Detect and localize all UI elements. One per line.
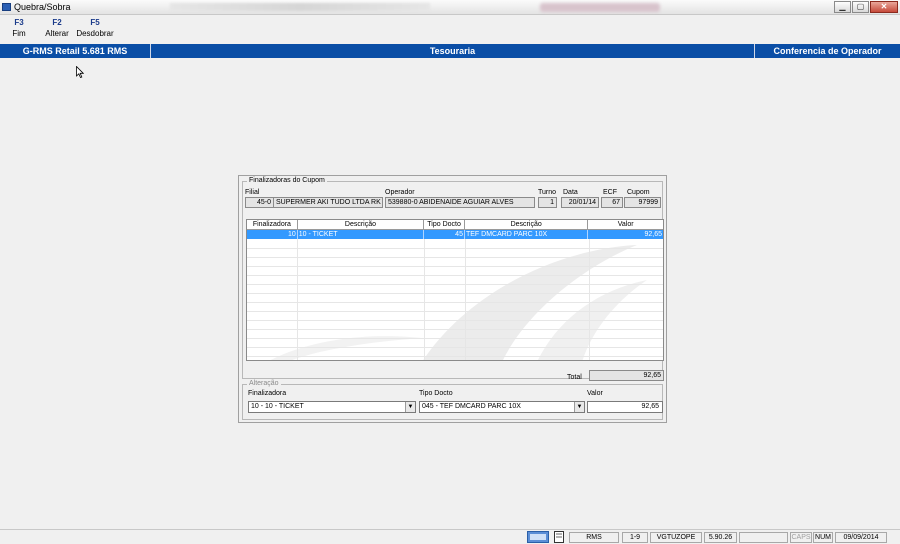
document-icon[interactable] — [553, 531, 565, 543]
cell-tipo-docto: 45 — [424, 230, 465, 239]
grid-hline — [247, 356, 663, 357]
close-button[interactable]: ✕ — [870, 1, 898, 13]
finalizadoras-dialog: Finalizadoras do Cupom Filial 45-0 SUPER… — [238, 175, 667, 423]
grid-hline — [247, 329, 663, 330]
dropdown-arrow-icon[interactable]: ▼ — [405, 402, 415, 412]
tipo-docto-label: Tipo Docto — [419, 390, 453, 397]
finalizadora-label: Finalizadora — [248, 390, 287, 397]
column-header-valor[interactable]: Valor — [588, 220, 663, 230]
grid-hline — [247, 257, 663, 258]
data-field: 20/01/14 — [561, 197, 599, 208]
window-title: Quebra/Sobra — [14, 2, 71, 12]
status-version: 5.90.26 — [704, 532, 737, 543]
mouse-cursor-icon — [76, 66, 84, 78]
column-header-descricao-docto[interactable]: Descrição — [465, 220, 589, 230]
tipo-docto-select[interactable]: 045 - TEF DMCARD PARC 10X ▼ — [419, 401, 585, 413]
grid-hline — [247, 302, 663, 303]
group-title: Alteração — [247, 380, 281, 387]
fkey-desdobrar-button[interactable]: F5 Desdobrar — [76, 17, 114, 43]
watermark-swoosh-icon — [270, 245, 647, 360]
total-field: 92,65 — [589, 370, 664, 381]
module-name: Tesouraria — [151, 44, 755, 58]
filial-name-field: SUPERMER AKI TUDO LTDA RK — [273, 197, 383, 208]
blurred-title-region — [170, 3, 430, 11]
tipo-docto-select-value: 045 - TEF DMCARD PARC 10X — [422, 403, 521, 410]
maximize-button[interactable]: ▢ — [852, 1, 869, 13]
grid-hline — [247, 311, 663, 312]
window-controls: ▁ ▢ ✕ — [833, 1, 898, 13]
valor-label: Valor — [587, 390, 603, 397]
turno-label: Turno — [538, 189, 557, 196]
fkey-alterar-button[interactable]: F2 Alterar — [38, 17, 76, 43]
status-bar: RMS 1-9 VGTUZOPE 5.90.26 CAPS NUM 09/09/… — [0, 529, 900, 544]
fkey-code: F2 — [52, 18, 62, 27]
finalizadora-select[interactable]: 10 - 10 - TICKET ▼ — [248, 401, 416, 413]
grid-vline — [589, 230, 590, 360]
status-user: VGTUZOPE — [650, 532, 702, 543]
grid-hline — [247, 275, 663, 276]
window-titlebar: Quebra/Sobra ▁ ▢ ✕ — [0, 0, 900, 15]
alteracao-group: Alteração Finalizadora 10 - 10 - TICKET … — [242, 380, 663, 420]
valor-input[interactable]: 92,65 — [587, 401, 663, 413]
ecf-label: ECF — [603, 189, 617, 196]
status-date: 09/09/2014 — [835, 532, 887, 543]
total-label: Total — [567, 374, 582, 381]
finalizadoras-grid[interactable]: Finalizadora Descrição Tipo Docto Descri… — [246, 219, 664, 361]
filial-label: Filial — [245, 189, 260, 196]
filial-code-field: 45-0 — [245, 197, 274, 208]
group-title: Finalizadoras do Cupom — [247, 177, 327, 184]
grid-hline — [247, 347, 663, 348]
grid-header: Finalizadora Descrição Tipo Docto Descri… — [247, 220, 663, 230]
operador-label: Operador — [385, 189, 415, 196]
ecf-field: 67 — [601, 197, 623, 208]
grid-hline — [247, 248, 663, 249]
turno-field: 1 — [538, 197, 557, 208]
minimize-button[interactable]: ▁ — [834, 1, 851, 13]
grid-hline — [247, 320, 663, 321]
cell-valor: 92,65 — [644, 231, 663, 238]
grid-vline — [297, 230, 298, 360]
cell-descricao-docto: TEF DMCARD PARC 10X — [465, 230, 589, 239]
grid-vline — [424, 230, 425, 360]
column-header-finalizadora[interactable]: Finalizadora — [247, 220, 298, 230]
status-range: 1-9 — [622, 532, 648, 543]
screen-name: Conferencia de Operador — [773, 46, 882, 56]
column-header-tipo-docto[interactable]: Tipo Docto — [424, 220, 465, 230]
cell-finalizadora: 10 — [247, 230, 298, 239]
fkey-label: Desdobrar — [76, 29, 114, 38]
module-header-bar: G-RMS Retail 5.681 RMS Tesouraria Confer… — [0, 44, 900, 58]
product-name: G-RMS Retail 5.681 RMS — [0, 44, 151, 58]
fkey-code: F5 — [90, 18, 100, 27]
column-header-descricao[interactable]: Descrição — [298, 220, 425, 230]
finalizadora-select-value: 10 - 10 - TICKET — [251, 403, 304, 410]
keyboard-icon[interactable] — [527, 531, 549, 543]
table-row[interactable]: 10 10 - TICKET 45 TEF DMCARD PARC 10X 92… — [247, 230, 663, 239]
data-label: Data — [563, 189, 578, 196]
finalizadoras-group: Finalizadoras do Cupom Filial 45-0 SUPER… — [242, 177, 664, 381]
grid-hline — [247, 284, 663, 285]
function-key-toolbar: F3 Fim F2 Alterar F5 Desdobrar — [0, 17, 114, 43]
cupom-field: 97999 — [624, 197, 661, 208]
status-system: RMS — [569, 532, 619, 543]
fkey-label: Alterar — [45, 29, 69, 38]
grid-hline — [247, 293, 663, 294]
fkey-label: Fim — [12, 29, 26, 38]
grid-vline — [465, 230, 466, 360]
cell-descricao: 10 - TICKET — [298, 230, 425, 239]
operador-field: 539880-0 ABIDENAIDE AGUIAR ALVES — [385, 197, 535, 208]
status-num: NUM — [813, 532, 833, 543]
fkey-fim-button[interactable]: F3 Fim — [0, 17, 38, 43]
grid-hline — [247, 338, 663, 339]
dropdown-arrow-icon[interactable]: ▼ — [574, 402, 584, 412]
fkey-code: F3 — [14, 18, 24, 27]
blurred-title-region-2 — [540, 3, 660, 12]
app-icon — [2, 3, 11, 11]
grid-hline — [247, 266, 663, 267]
status-empty — [739, 532, 788, 543]
status-caps: CAPS — [790, 532, 812, 543]
cupom-label: Cupom — [627, 189, 650, 196]
